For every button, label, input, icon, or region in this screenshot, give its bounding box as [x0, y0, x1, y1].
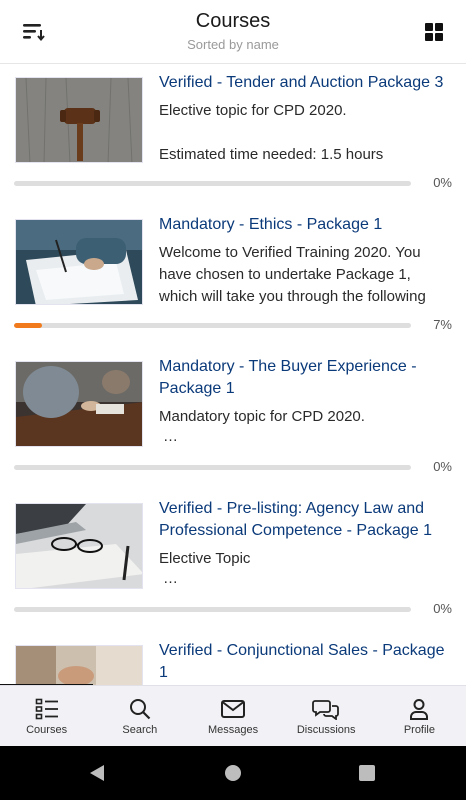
progress-label: 0%	[433, 175, 452, 190]
sort-subtitle: Sorted by name	[187, 37, 279, 52]
progress-label: 0%	[433, 601, 452, 616]
messages-icon	[221, 700, 245, 718]
tab-label: Profile	[403, 724, 435, 736]
tab-label: Courses	[26, 724, 68, 736]
course-list[interactable]: Verified - Tender and Auction Package 3 …	[0, 64, 466, 685]
course-title[interactable]: Verified - Conjunctional Sales - Package…	[159, 640, 448, 684]
progress-label: 7%	[433, 317, 452, 332]
course-title[interactable]: Mandatory - The Buyer Experience - Packa…	[159, 356, 448, 400]
tab-courses[interactable]: Courses	[0, 686, 93, 746]
courses-icon	[35, 698, 58, 720]
app-header: Courses Sorted by name	[0, 0, 466, 64]
course-item[interactable]: Verified - Pre-listing: Agency Law and P…	[0, 490, 466, 632]
course-description-line: have chosen to undertake Package 1,	[159, 266, 411, 283]
profile-icon	[410, 699, 429, 720]
tab-label: Messages	[207, 724, 259, 736]
more-ellipsis: …	[163, 428, 178, 445]
grid-view-button[interactable]	[416, 14, 452, 50]
course-description: Elective Topic	[159, 550, 251, 567]
progress-bar	[14, 607, 411, 612]
search-icon	[129, 699, 151, 720]
course-description: Elective topic for CPD 2020.	[159, 102, 347, 119]
tab-label: Discussions	[296, 724, 356, 736]
recents-icon[interactable]	[358, 763, 376, 783]
grid-view-icon	[425, 23, 443, 41]
course-item[interactable]: Verified - Tender and Auction Package 3 …	[0, 64, 466, 206]
page-title: Courses	[195, 10, 271, 32]
back-icon[interactable]	[88, 763, 106, 783]
tab-profile[interactable]: Profile	[373, 686, 466, 746]
course-title[interactable]: Verified - Tender and Auction Package 3	[159, 72, 448, 94]
course-thumbnail-handshake	[15, 645, 143, 685]
course-item[interactable]: Verified - Conjunctional Sales - Package…	[0, 632, 466, 685]
tab-messages[interactable]: Messages	[186, 686, 279, 746]
tab-discussions[interactable]: Discussions	[280, 686, 373, 746]
course-description-line: which will take you through the followin…	[159, 288, 426, 305]
course-title[interactable]: Mandatory - Ethics - Package 1	[159, 214, 448, 236]
progress-bar	[14, 465, 411, 470]
course-item[interactable]: Mandatory - Ethics - Package 1 Welcome t…	[0, 206, 466, 348]
tab-label: Search	[122, 724, 158, 736]
tab-search[interactable]: Search	[93, 686, 186, 746]
home-icon[interactable]	[224, 763, 242, 783]
progress-bar	[14, 181, 411, 186]
course-item[interactable]: Mandatory - The Buyer Experience - Packa…	[0, 348, 466, 490]
more-ellipsis: …	[163, 570, 178, 587]
course-description-line: Welcome to Verified Training 2020. You	[159, 244, 421, 261]
discussions-icon	[312, 700, 340, 720]
course-thumbnail-laptop-glasses	[15, 503, 143, 589]
system-navigation-bar	[0, 746, 466, 800]
progress-label: 0%	[433, 459, 452, 474]
progress-bar	[14, 323, 411, 328]
course-title[interactable]: Verified - Pre-listing: Agency Law and P…	[159, 498, 448, 542]
bottom-tab-bar: Courses Search Messages Discussions Prof…	[0, 685, 466, 746]
course-thumbnail-meeting	[15, 361, 143, 447]
course-thumbnail-gavel	[15, 77, 143, 163]
course-description: Mandatory topic for CPD 2020.	[159, 408, 365, 425]
course-thumbnail-signing	[15, 219, 143, 305]
course-estimated-time: Estimated time needed: 1.5 hours	[159, 146, 384, 163]
progress-fill	[14, 323, 42, 328]
